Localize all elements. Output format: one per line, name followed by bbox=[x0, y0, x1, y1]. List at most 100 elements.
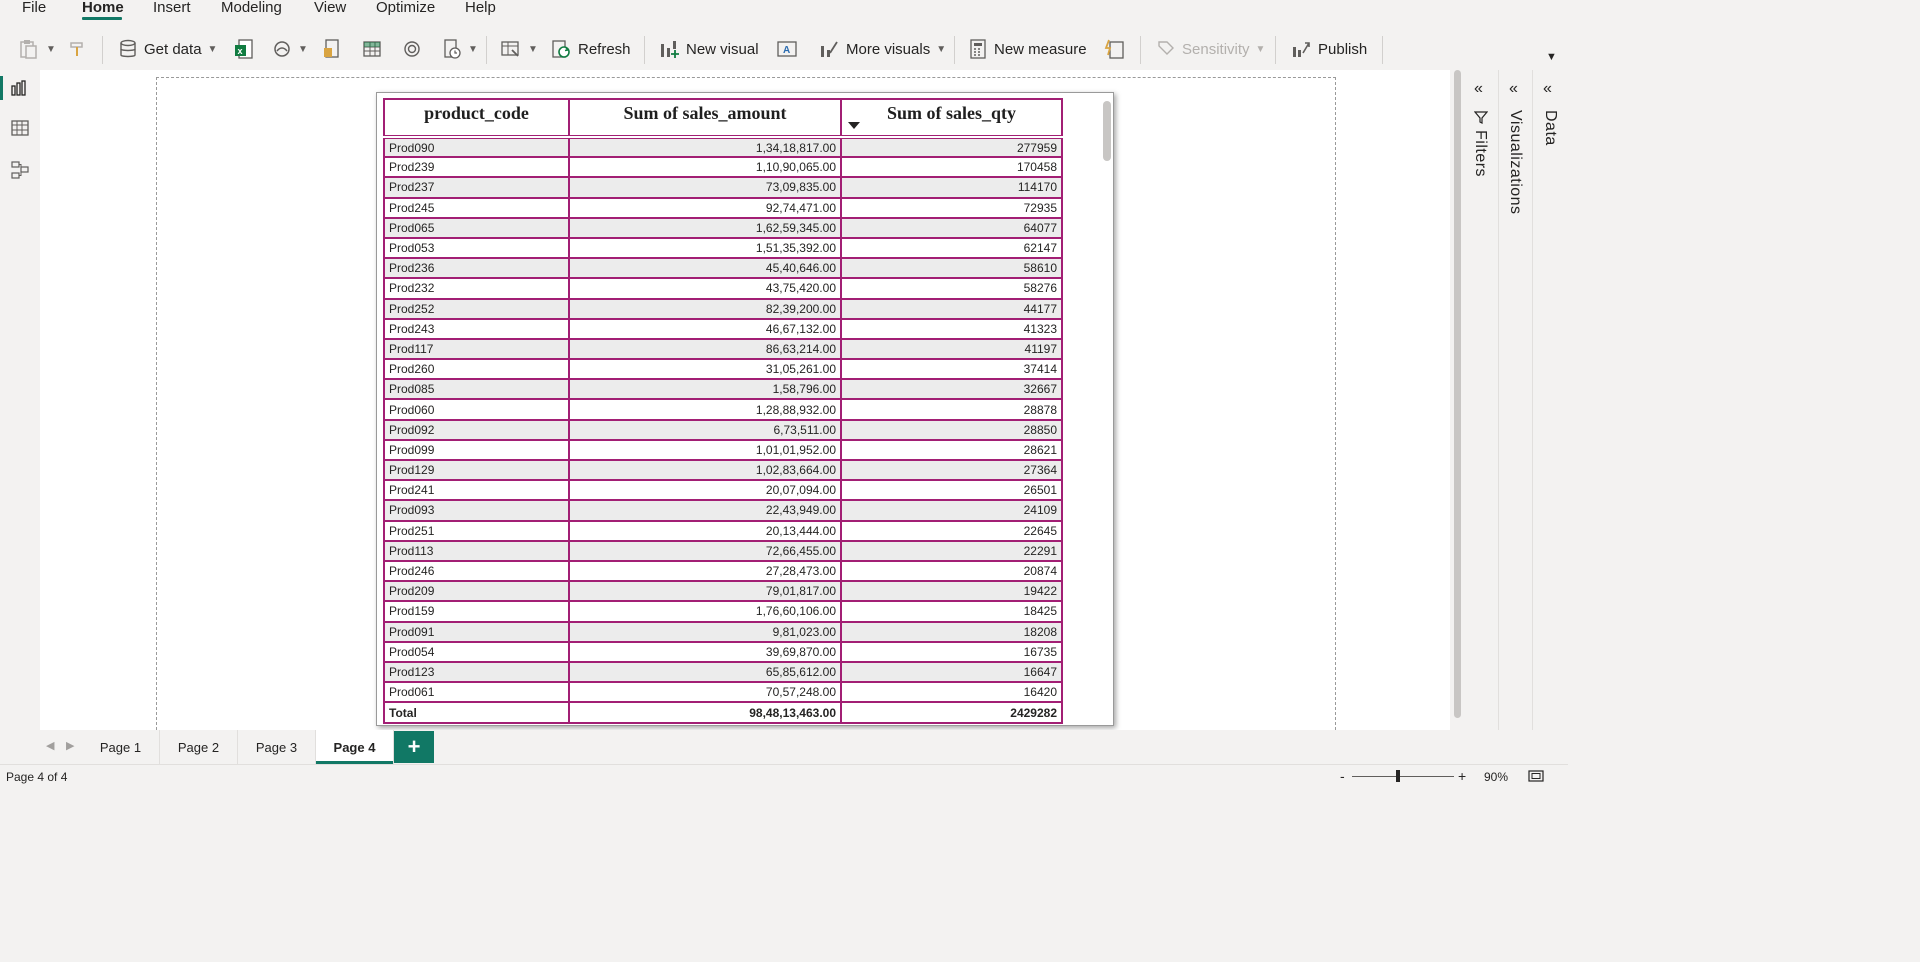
table-row[interactable]: Prod245 92,74,471.00 72935 bbox=[383, 196, 1063, 219]
menu-view[interactable]: View bbox=[314, 0, 346, 16]
expand-chevron-icon[interactable]: « bbox=[1509, 80, 1518, 98]
table-scrollbar-thumb[interactable] bbox=[1103, 101, 1111, 161]
tab-page-3[interactable]: Page 3 bbox=[238, 730, 316, 764]
sales-qty-cell: 72935 bbox=[840, 196, 1063, 219]
table-row[interactable]: Prod209 79,01,817.00 19422 bbox=[383, 580, 1063, 603]
table-row[interactable]: Prod241 20,07,094.00 26501 bbox=[383, 479, 1063, 502]
table-row[interactable]: Prod260 31,05,261.00 37414 bbox=[383, 358, 1063, 381]
zoom-slider-handle[interactable] bbox=[1396, 770, 1400, 782]
table-row[interactable]: Prod053 1,51,35,392.00 62147 bbox=[383, 236, 1063, 260]
canvas-scrollbar[interactable] bbox=[1452, 70, 1462, 718]
zoom-slider-track[interactable] bbox=[1352, 776, 1454, 777]
sales-qty-cell: 62147 bbox=[840, 236, 1063, 260]
excel-button[interactable]: x bbox=[234, 36, 254, 62]
enter-data-button[interactable] bbox=[362, 36, 382, 62]
text-box-button[interactable]: A bbox=[776, 36, 798, 62]
sales-qty-cell: 16735 bbox=[840, 640, 1063, 663]
sales-qty-cell: 16420 bbox=[840, 681, 1063, 704]
column-header-sales-qty[interactable]: Sum of sales_qty bbox=[840, 98, 1063, 138]
table-row[interactable]: Prod090 1,34,18,817.00 277959 bbox=[383, 134, 1063, 159]
table-row[interactable]: Prod237 73,09,835.00 114170 bbox=[383, 176, 1063, 199]
tab-page-4[interactable]: Page 4 bbox=[316, 730, 394, 764]
table-row[interactable]: Prod113 72,66,455.00 22291 bbox=[383, 539, 1063, 562]
page-count-status: Page 4 of 4 bbox=[6, 770, 68, 784]
product-code-cell: Prod232 bbox=[383, 277, 570, 300]
table-row[interactable]: Prod129 1,02,83,664.00 27364 bbox=[383, 458, 1063, 482]
more-visuals-button[interactable]: More visuals ▼ bbox=[818, 36, 946, 62]
model-view-button[interactable] bbox=[8, 158, 32, 182]
table-visual[interactable]: product_code Sum of sales_amount Sum of … bbox=[376, 92, 1114, 726]
chevron-down-icon: ▼ bbox=[207, 43, 218, 55]
get-data-button[interactable]: Get data ▼ bbox=[118, 36, 217, 62]
table-row[interactable]: Prod054 39,69,870.00 16735 bbox=[383, 640, 1063, 663]
table-row[interactable]: Prod159 1,76,60,106.00 18425 bbox=[383, 600, 1063, 623]
sales-amount-cell: 1,28,88,932.00 bbox=[568, 398, 842, 421]
visualizations-pane-label[interactable]: Visualizations bbox=[1506, 110, 1524, 215]
table-row[interactable]: Prod085 1,58,796.00 32667 bbox=[383, 378, 1063, 401]
table-row[interactable]: Prod123 65,85,612.00 16647 bbox=[383, 660, 1063, 684]
paste-icon bbox=[20, 40, 37, 59]
transform-data-button[interactable]: ▼ bbox=[500, 36, 538, 62]
sales-qty-cell: 41197 bbox=[840, 337, 1063, 361]
onelake-icon bbox=[274, 41, 290, 57]
product-code-cell: Prod085 bbox=[383, 378, 570, 401]
dataverse-button[interactable] bbox=[402, 36, 422, 62]
menu-help[interactable]: Help bbox=[465, 0, 496, 16]
new-visual-button[interactable]: New visual bbox=[658, 36, 759, 62]
zoom-in-icon[interactable]: + bbox=[1458, 768, 1466, 784]
product-code-cell: Prod061 bbox=[383, 681, 570, 704]
publish-button[interactable]: Publish bbox=[1290, 36, 1367, 62]
recent-sources-button[interactable]: ▼ bbox=[442, 36, 478, 62]
quick-measure-button[interactable] bbox=[1104, 36, 1126, 62]
table-row[interactable]: Prod093 22,43,949.00 24109 bbox=[383, 499, 1063, 522]
tab-page-1[interactable]: Page 1 bbox=[82, 730, 160, 764]
table-row[interactable]: Prod246 27,28,473.00 20874 bbox=[383, 559, 1063, 583]
zoom-out-icon[interactable]: - bbox=[1340, 768, 1345, 784]
column-header-sales-amount[interactable]: Sum of sales_amount bbox=[568, 98, 842, 138]
menu-insert[interactable]: Insert bbox=[153, 0, 191, 16]
table-row[interactable]: Prod091 9,81,023.00 18208 bbox=[383, 620, 1063, 643]
previous-page-arrow-icon[interactable]: ◀ bbox=[46, 739, 54, 752]
format-painter-button[interactable] bbox=[68, 36, 88, 62]
sensitivity-button[interactable]: Sensitivity ▼ bbox=[1156, 36, 1265, 62]
expand-chevron-icon[interactable]: « bbox=[1543, 80, 1552, 98]
onelake-hub-button[interactable]: ▼ bbox=[272, 36, 308, 62]
next-page-arrow-icon[interactable]: ▶ bbox=[66, 739, 74, 752]
filters-pane[interactable]: « Filters bbox=[1464, 70, 1498, 730]
sales-amount-cell: 46,67,132.00 bbox=[568, 317, 842, 340]
new-measure-button[interactable]: New measure bbox=[968, 36, 1087, 62]
add-page-button[interactable]: + bbox=[394, 731, 434, 763]
data-pane[interactable]: « Data bbox=[1532, 70, 1568, 730]
data-pane-label[interactable]: Data bbox=[1541, 110, 1559, 146]
table-row[interactable]: Prod117 86,63,214.00 41197 bbox=[383, 337, 1063, 361]
ribbon-collapse-button[interactable]: ▼ bbox=[1546, 44, 1557, 70]
table-row[interactable]: Prod065 1,62,59,345.00 64077 bbox=[383, 216, 1063, 239]
filters-pane-label[interactable]: Filters bbox=[1471, 130, 1489, 177]
tab-page-2[interactable]: Page 2 bbox=[160, 730, 238, 764]
table-row[interactable]: Prod092 6,73,511.00 28850 bbox=[383, 418, 1063, 441]
table-row[interactable]: Prod251 20,13,444.00 22645 bbox=[383, 519, 1063, 542]
table-row[interactable]: Prod060 1,28,88,932.00 28878 bbox=[383, 398, 1063, 421]
menu-home[interactable]: Home bbox=[82, 0, 124, 16]
table-view-button[interactable] bbox=[8, 116, 32, 140]
menu-optimize[interactable]: Optimize bbox=[376, 0, 435, 16]
fit-to-page-icon[interactable] bbox=[1528, 770, 1544, 782]
refresh-button[interactable]: Refresh bbox=[550, 36, 631, 62]
table-row[interactable]: Prod061 70,57,248.00 16420 bbox=[383, 681, 1063, 704]
visualizations-pane[interactable]: « Visualizations bbox=[1498, 70, 1532, 730]
canvas-scrollbar-thumb[interactable] bbox=[1454, 70, 1461, 718]
table-row[interactable]: Prod236 45,40,646.00 58610 bbox=[383, 257, 1063, 280]
table-row[interactable]: Prod252 82,39,200.00 44177 bbox=[383, 297, 1063, 320]
column-header-product-code[interactable]: product_code bbox=[383, 98, 570, 138]
table-row[interactable]: Prod232 43,75,420.00 58276 bbox=[383, 277, 1063, 300]
expand-chevron-icon[interactable]: « bbox=[1474, 80, 1483, 98]
table-row[interactable]: Prod099 1,01,01,952.00 28621 bbox=[383, 438, 1063, 462]
menu-file[interactable]: File bbox=[22, 0, 46, 16]
paste-button[interactable]: ▼ bbox=[18, 36, 56, 62]
table-row[interactable]: Prod243 46,67,132.00 41323 bbox=[383, 317, 1063, 340]
menu-modeling[interactable]: Modeling bbox=[221, 0, 282, 16]
report-view-button[interactable] bbox=[8, 76, 32, 100]
sql-server-button[interactable] bbox=[322, 36, 342, 62]
table-row[interactable]: Prod239 1,10,90,065.00 170458 bbox=[383, 156, 1063, 179]
sales-amount-cell: 1,01,01,952.00 bbox=[568, 438, 842, 462]
